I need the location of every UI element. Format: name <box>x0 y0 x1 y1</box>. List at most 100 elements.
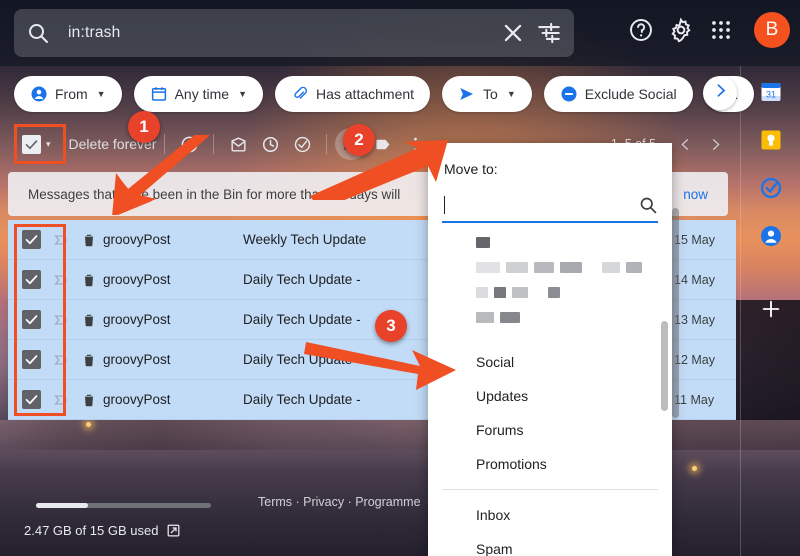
annotation-badge-3: 3 <box>375 310 407 342</box>
menu-item-updates[interactable]: Updates <box>428 379 672 413</box>
sender-name: groovyPost <box>103 352 171 367</box>
svg-text:31: 31 <box>765 90 775 100</box>
chevron-left-icon[interactable] <box>672 131 698 157</box>
toolbar-divider <box>326 134 328 154</box>
important-marker-icon[interactable] <box>53 312 69 328</box>
text-cursor <box>444 196 445 214</box>
chevron-right-icon[interactable] <box>702 131 728 157</box>
chip-from[interactable]: From ▼ <box>14 76 122 112</box>
storage-usage-text: 2.47 GB of 15 GB used <box>24 523 159 538</box>
toolbar-divider <box>164 134 166 154</box>
help-icon[interactable] <box>628 17 654 43</box>
menu-item-forums[interactable]: Forums <box>428 413 672 447</box>
important-marker-icon[interactable] <box>53 232 69 248</box>
date-text: 15 May <box>674 232 715 247</box>
annotation-badge-1: 1 <box>128 111 160 143</box>
avatar[interactable]: B <box>754 12 790 48</box>
banner-text: Messages that have been in the Bin for m… <box>28 186 401 202</box>
mark-as-read-icon[interactable] <box>286 128 318 160</box>
important-marker-icon[interactable] <box>53 352 69 368</box>
close-icon[interactable] <box>500 20 526 46</box>
search-input[interactable]: in:trash <box>68 24 490 42</box>
archive-icon[interactable] <box>222 128 254 160</box>
chip-label: Exclude Social <box>584 86 677 102</box>
search-options-icon[interactable] <box>536 20 562 46</box>
chips-next-button[interactable] <box>703 76 737 110</box>
move-to-title: Move to: <box>444 161 498 177</box>
row-checkbox[interactable] <box>22 270 41 289</box>
send-icon <box>458 85 476 103</box>
move-to-dropdown: Move to: Social Updates Forums Promotion… <box>428 143 672 556</box>
trash-icon <box>81 352 97 368</box>
chip-to[interactable]: To ▼ <box>442 76 532 112</box>
footer-links[interactable]: Terms · Privacy · Programme <box>258 495 421 509</box>
search-icon <box>26 21 50 45</box>
row-checkbox[interactable] <box>22 310 41 329</box>
menu-item-social[interactable]: Social <box>428 345 672 379</box>
checkbox-checked-icon[interactable] <box>22 134 41 154</box>
calendar-icon <box>150 85 168 103</box>
sender-name: groovyPost <box>103 312 171 327</box>
apps-grid-icon[interactable] <box>708 17 734 43</box>
mail-list-scrollbar[interactable] <box>672 208 679 418</box>
report-spam-icon[interactable] <box>173 128 205 160</box>
date-text: 12 May <box>674 352 715 367</box>
redacted-label-row[interactable] <box>476 262 672 273</box>
snooze-icon[interactable] <box>254 128 286 160</box>
row-checkbox[interactable] <box>22 230 41 249</box>
row-checkbox[interactable] <box>22 390 41 409</box>
more-options-icon[interactable] <box>399 128 431 160</box>
chevron-down-icon[interactable]: ▾ <box>46 139 51 150</box>
date-text: 14 May <box>674 272 715 287</box>
redacted-label-row[interactable] <box>476 287 672 298</box>
search-bar[interactable]: in:trash <box>14 9 574 57</box>
chip-has-attachment[interactable]: Has attachment <box>274 76 431 112</box>
chevron-right-icon <box>712 82 729 104</box>
trash-icon <box>81 232 97 248</box>
move-to-items: Social Updates Forums Promotions Inbox S… <box>428 341 672 556</box>
storage-progress-bar <box>36 503 211 508</box>
gear-icon[interactable] <box>668 17 694 43</box>
chip-label: From <box>55 86 88 102</box>
dropdown-scrollbar[interactable] <box>661 321 668 411</box>
sender-name: groovyPost <box>103 232 171 247</box>
minus-circle-icon <box>560 85 578 103</box>
plus-icon[interactable] <box>760 298 782 320</box>
top-right-actions: B <box>628 12 790 48</box>
top-bar: in:trash B <box>0 0 800 66</box>
google-keep-icon[interactable] <box>759 128 783 152</box>
person-icon <box>30 85 48 103</box>
trash-icon <box>81 312 97 328</box>
background-light <box>86 422 91 427</box>
chevron-down-icon: ▼ <box>506 89 516 99</box>
google-calendar-icon[interactable]: 31 <box>759 80 783 104</box>
menu-divider <box>442 489 658 490</box>
annotation-badge-2: 2 <box>343 124 375 156</box>
toolbar-divider <box>213 134 215 154</box>
google-contacts-icon[interactable] <box>759 224 783 248</box>
chip-label: Has attachment <box>315 86 415 102</box>
important-marker-icon[interactable] <box>53 392 69 408</box>
date-text: 13 May <box>674 312 715 327</box>
row-checkbox[interactable] <box>22 350 41 369</box>
chip-label: Any time <box>174 86 230 102</box>
terms-privacy-programme-text[interactable]: Terms · Privacy · Programme <box>258 495 421 509</box>
filter-chips: From ▼ Any time ▼ Has attachment To ▼ Ex… <box>14 75 754 113</box>
external-link-icon[interactable] <box>166 523 181 538</box>
date-text: 11 May <box>674 392 715 407</box>
select-all-control[interactable]: ▾ <box>22 134 51 154</box>
attachment-icon <box>291 85 309 103</box>
chip-any-time[interactable]: Any time ▼ <box>133 76 263 112</box>
empty-bin-now-link[interactable]: now <box>683 187 708 202</box>
move-to-search-field[interactable] <box>442 189 658 223</box>
chip-exclude-social[interactable]: Exclude Social <box>543 76 693 112</box>
redacted-label-row[interactable] <box>476 312 672 323</box>
side-rail: 31 <box>740 66 800 556</box>
menu-item-inbox[interactable]: Inbox <box>428 498 672 532</box>
google-tasks-icon[interactable] <box>759 176 783 200</box>
important-marker-icon[interactable] <box>53 272 69 288</box>
menu-item-promotions[interactable]: Promotions <box>428 447 672 481</box>
redacted-label-row[interactable] <box>476 237 672 248</box>
menu-item-spam[interactable]: Spam <box>428 532 672 556</box>
chevron-down-icon: ▼ <box>96 89 106 99</box>
